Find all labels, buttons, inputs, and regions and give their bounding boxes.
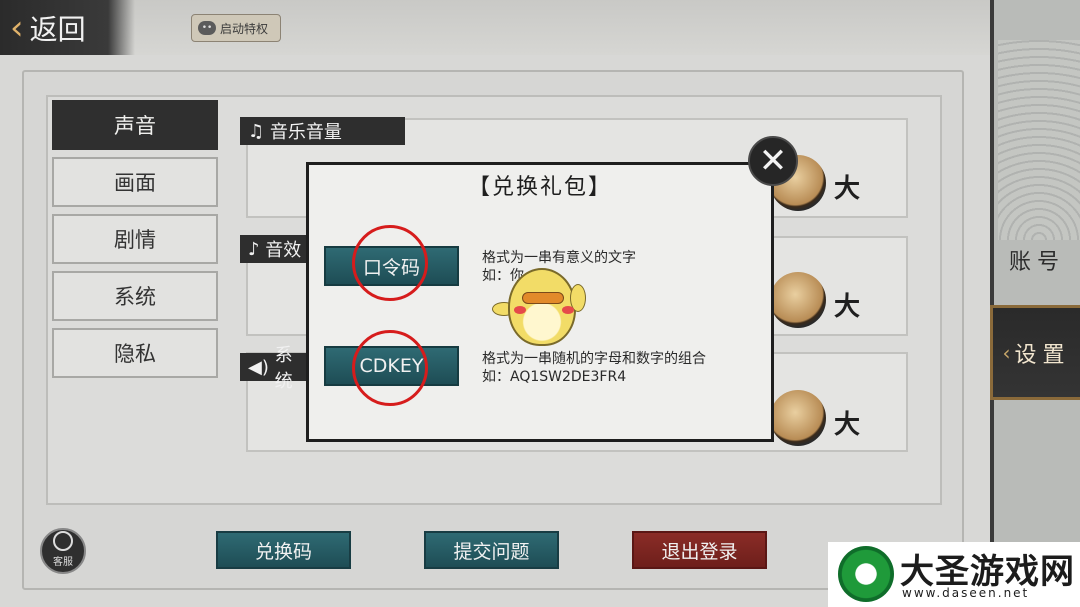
watermark: 大圣游戏网 www.daseen.net <box>828 542 1080 607</box>
top-bar <box>0 0 990 55</box>
wave-pattern <box>998 40 1080 240</box>
section-system-label: 系统 <box>274 345 293 392</box>
submit-issue-button[interactable]: 提交问题 <box>424 531 559 569</box>
side-tab-sound[interactable]: 声音 <box>52 100 218 150</box>
wechat-privilege-label: 启动特权 <box>220 21 269 36</box>
system-max-label: 大 <box>834 410 861 440</box>
section-music-volume: ♫ 音乐音量 <box>240 117 405 145</box>
back-button[interactable]: ‹ 返回 <box>0 0 135 55</box>
logout-button[interactable]: 退出登录 <box>632 531 767 569</box>
section-sfx-label: 音效 <box>265 240 302 261</box>
side-tab-privacy[interactable]: 隐私 <box>52 328 218 378</box>
duck-mascot <box>490 262 590 350</box>
customer-service-label: 客服 <box>53 557 73 568</box>
wechat-privilege-button[interactable]: •• 启动特权 <box>191 14 281 42</box>
watermark-url: www.daseen.net <box>902 586 1030 600</box>
right-tab-panel <box>990 0 1080 607</box>
section-music-label: 音乐音量 <box>269 122 342 143</box>
redeem-code-button[interactable]: 兑换码 <box>216 531 351 569</box>
side-tab-system[interactable]: 系统 <box>52 271 218 321</box>
close-icon[interactable]: ✕ <box>748 136 798 186</box>
cdkey-example-text: 如：AQ1SW2DE3FR4 <box>482 369 627 385</box>
back-label: 返回 <box>29 12 86 46</box>
sfx-max-label: 大 <box>834 292 861 322</box>
chevron-left-icon: ‹ <box>1002 340 1011 365</box>
tab-settings[interactable]: ‹ 设置 <box>990 305 1080 400</box>
tab-settings-label: 设置 <box>1014 342 1071 368</box>
headset-icon <box>53 531 73 551</box>
annotation-circle <box>352 330 428 406</box>
sfx-volume-knob[interactable] <box>770 272 826 328</box>
speaker-icon: ◀) <box>248 356 275 378</box>
cdkey-desc: 格式为一串随机的字母和数字的组合 如：AQ1SW2DE3FR4 <box>482 350 706 386</box>
side-tab-story[interactable]: 剧情 <box>52 214 218 264</box>
music-note-icon: ♫ <box>248 120 270 142</box>
section-sfx: ♪ 音效 <box>240 235 308 263</box>
customer-service-button[interactable]: 客服 <box>40 528 86 574</box>
chevron-left-icon: ‹ <box>10 7 24 48</box>
system-volume-knob[interactable] <box>770 390 826 446</box>
wechat-icon: •• <box>198 21 216 35</box>
annotation-circle <box>352 225 428 301</box>
cdkey-desc-text: 格式为一串随机的字母和数字的组合 <box>482 351 706 367</box>
music-max-label: 大 <box>834 174 861 204</box>
dialog-title: 【兑换礼包】 <box>467 175 612 200</box>
music-note-icon: ♪ <box>248 238 266 260</box>
side-tab-display[interactable]: 画面 <box>52 157 218 207</box>
section-system: ◀) 系统 <box>240 345 308 392</box>
tab-account[interactable]: 账号 <box>994 220 1080 300</box>
site-logo-icon <box>838 546 894 602</box>
